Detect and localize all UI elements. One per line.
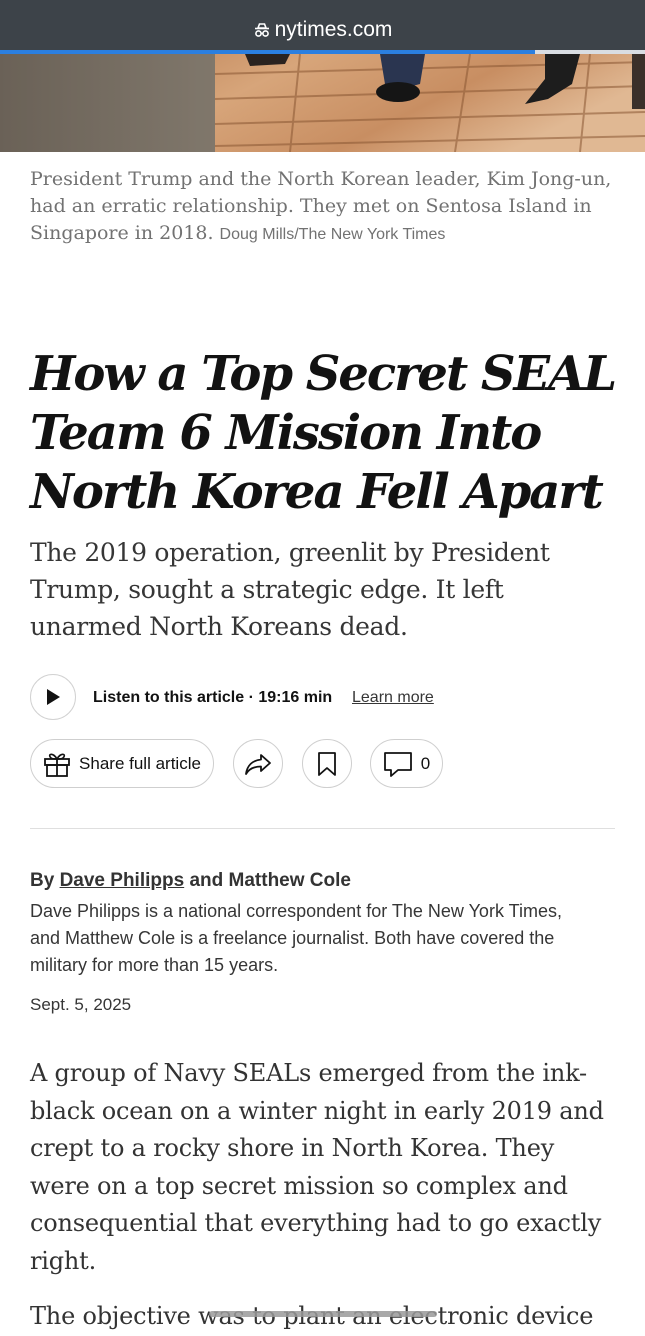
article-paragraph: A group of Navy SEALs emerged from the i… — [30, 1059, 604, 1275]
share-full-article-button[interactable]: Share full article — [30, 739, 214, 788]
play-icon — [47, 689, 60, 705]
share-full-article-label: Share full article — [79, 753, 201, 773]
author-bio: Dave Philipps is a national corresponden… — [30, 901, 562, 975]
gift-icon — [44, 753, 70, 777]
url-display[interactable]: nytimes.com — [0, 18, 645, 45]
share-button[interactable] — [233, 739, 283, 788]
hero-caption: President Trump and the North Korean lea… — [30, 166, 620, 248]
comment-icon — [383, 751, 412, 777]
byline: By Dave Philipps and Matthew Cole — [30, 870, 351, 892]
comments-button[interactable]: 0 — [370, 739, 443, 788]
byline-prefix: By — [30, 870, 55, 891]
author-matthew-cole: Matthew Cole — [228, 870, 351, 891]
photo-credit: Doug Mills/The New York Times — [219, 226, 446, 243]
bookmark-icon — [318, 751, 336, 776]
url-text: nytimes.com — [274, 18, 393, 41]
learn-more-link[interactable]: Learn more — [352, 688, 434, 708]
hero-image[interactable] — [0, 54, 645, 152]
browser-address-bar[interactable]: nytimes.com — [0, 0, 645, 50]
section-divider — [30, 828, 615, 829]
privacy-icon — [253, 21, 271, 45]
publish-date: Sept. 5, 2025 — [30, 995, 132, 1014]
article-headline: How a Top Secret SEAL Team 6 Mission Int… — [30, 346, 617, 520]
save-bookmark-button[interactable] — [302, 739, 352, 788]
article-summary: The 2019 operation, greenlit by Presiden… — [30, 538, 550, 641]
home-indicator[interactable] — [209, 1311, 437, 1317]
comment-count: 0 — [420, 753, 431, 773]
author-link-dave-philipps[interactable]: Dave Philipps — [60, 870, 185, 891]
listen-label: Listen to this article · 19:16 min — [93, 689, 333, 706]
byline-conjunction: and — [189, 870, 224, 891]
share-arrow-icon — [245, 753, 271, 775]
play-audio-button[interactable] — [30, 674, 76, 720]
